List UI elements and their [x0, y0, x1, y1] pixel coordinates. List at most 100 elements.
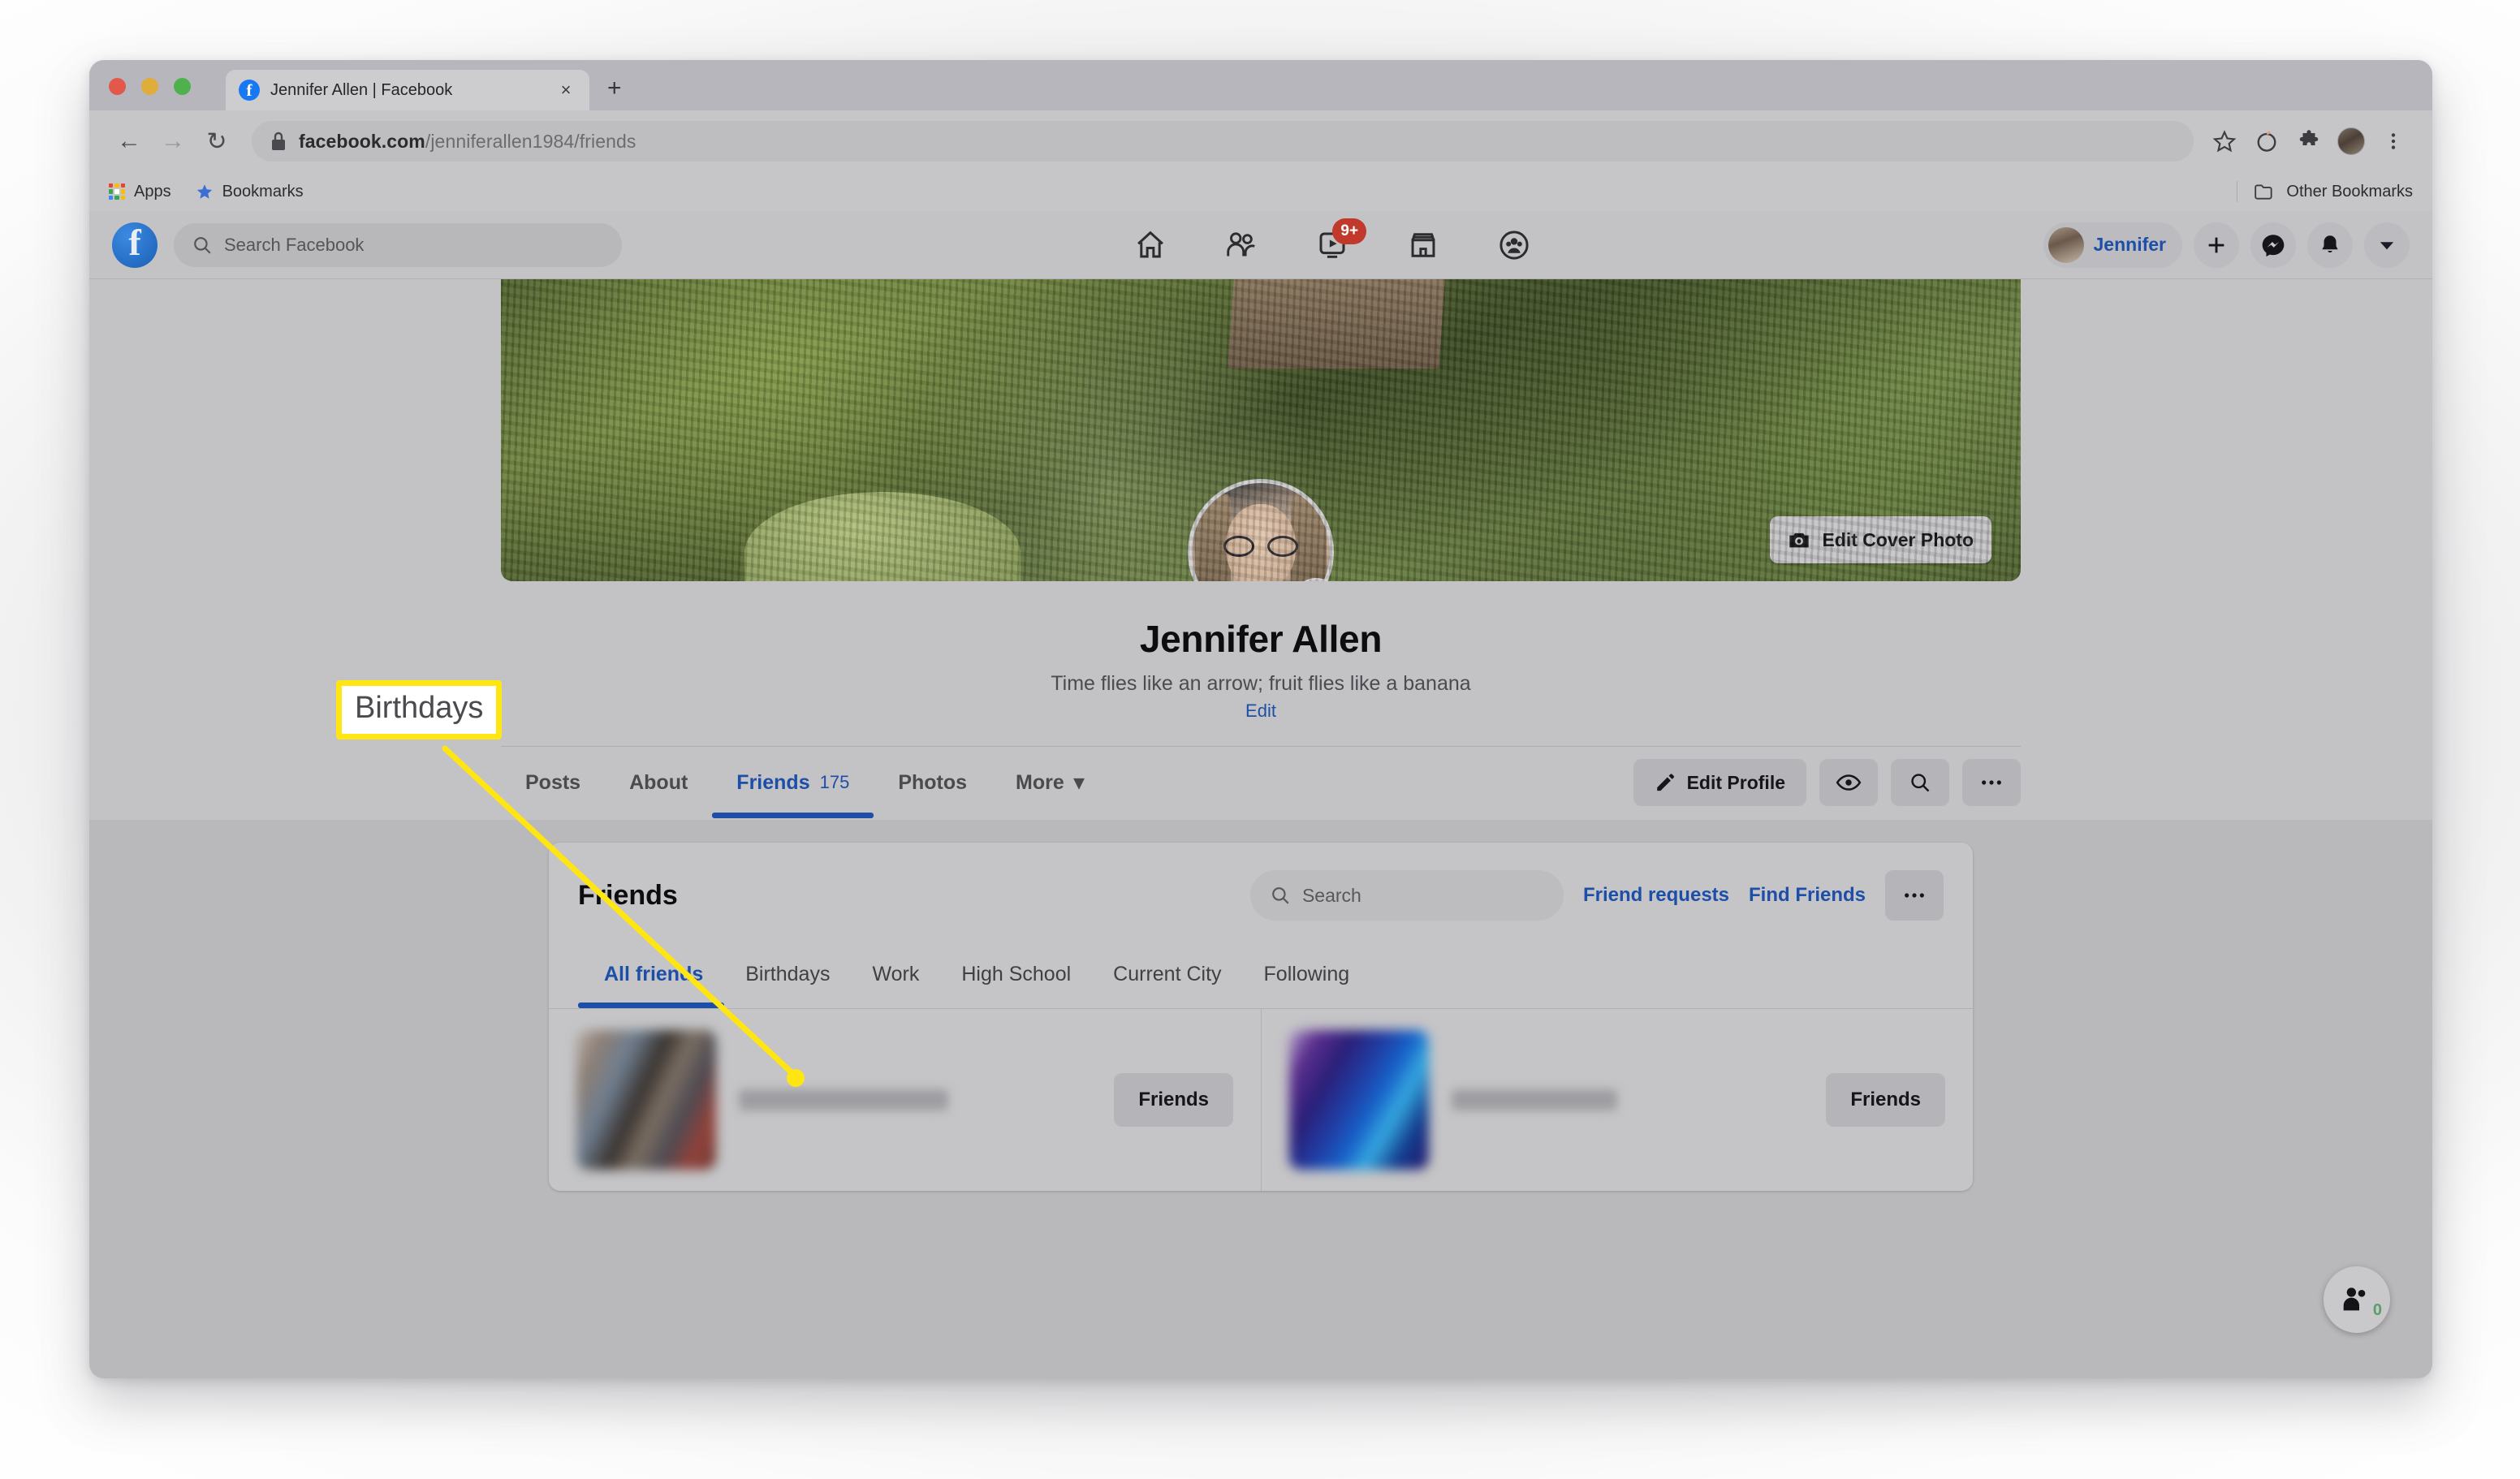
friend-name-redacted — [1452, 1089, 1617, 1110]
cover-decoration — [744, 492, 1021, 581]
notifications-button[interactable] — [2307, 222, 2353, 268]
profile-picture-wrap — [1188, 479, 1339, 581]
bookmark-apps-label: Apps — [134, 182, 171, 201]
star-icon[interactable] — [2203, 120, 2246, 162]
bookmark-bookmarks[interactable]: Bookmarks — [196, 183, 304, 201]
ellipsis-icon — [1905, 893, 1924, 898]
other-bookmarks-label[interactable]: Other Bookmarks — [2286, 183, 2413, 201]
close-window-button[interactable] — [109, 78, 126, 95]
new-tab-button[interactable]: + — [607, 76, 622, 110]
profile-tab-friends[interactable]: Friends 175 — [712, 747, 874, 818]
facebook-nav-tabs: 9+ — [622, 218, 2043, 270]
bookmark-apps[interactable]: Apps — [109, 183, 171, 201]
facebook-favicon-icon: f — [239, 80, 260, 101]
nav-tab-marketplace[interactable] — [1378, 220, 1469, 270]
friends-subtab-work[interactable]: Work — [851, 940, 940, 1008]
friends-subtab-high-school[interactable]: High School — [940, 940, 1092, 1008]
profile-more-button[interactable] — [1962, 759, 2021, 806]
nav-profile-button[interactable]: Jennifer — [2043, 222, 2182, 268]
nav-tab-groups[interactable] — [1469, 220, 1560, 270]
view-as-button[interactable] — [1819, 759, 1878, 806]
forward-icon[interactable]: → — [151, 119, 195, 163]
facebook-logo-icon[interactable]: f — [112, 222, 158, 268]
reload-icon[interactable]: ↻ — [195, 119, 239, 163]
friends-more-button[interactable] — [1885, 870, 1944, 921]
friends-subtab-following[interactable]: Following — [1243, 940, 1371, 1008]
contacts-fab-button[interactable]: 0 — [2324, 1266, 2390, 1333]
profile-tab-label: Friends — [736, 770, 810, 794]
edit-bio-link[interactable]: Edit — [89, 701, 2432, 722]
friend-name-redacted — [739, 1089, 948, 1110]
friend-status-button[interactable]: Friends — [1826, 1073, 1945, 1127]
friends-list: Friends Friends — [549, 1008, 1973, 1191]
profile-tab-about[interactable]: About — [605, 747, 712, 818]
profile-avatar[interactable] — [2330, 120, 2372, 162]
nav-tab-friends[interactable] — [1196, 220, 1287, 270]
chevron-down-icon — [2380, 241, 2394, 249]
edit-cover-photo-button[interactable]: Edit Cover Photo — [1770, 516, 1991, 563]
search-icon — [1911, 774, 1930, 792]
list-item[interactable]: Friends — [1261, 1009, 1973, 1191]
groups-icon — [1499, 230, 1529, 260]
account-menu-button[interactable] — [2364, 222, 2410, 268]
url-path: /jenniferallen1984/friends — [425, 130, 636, 152]
nav-tab-home[interactable] — [1105, 220, 1196, 270]
home-icon — [1137, 231, 1164, 257]
friend-status-button[interactable]: Friends — [1114, 1073, 1233, 1127]
address-bar[interactable]: facebook.com/jenniferallen1984/friends — [252, 121, 2194, 162]
profile-tab-posts[interactable]: Posts — [501, 747, 605, 818]
contacts-icon — [2343, 1287, 2366, 1311]
subtab-label: High School — [961, 962, 1072, 985]
star-filled-icon — [196, 184, 212, 199]
avatar — [2048, 226, 2084, 263]
cover-photo[interactable]: Edit Cover Photo — [501, 279, 2021, 581]
create-button[interactable] — [2194, 222, 2239, 268]
facebook-page: f Search Facebook 9+ Jennifer Edit Cover… — [89, 211, 2432, 1378]
edit-profile-button[interactable]: Edit Profile — [1633, 759, 1806, 806]
back-icon[interactable]: ← — [107, 119, 151, 163]
friend-requests-link[interactable]: Friend requests — [1583, 884, 1729, 907]
avatar — [576, 1030, 716, 1170]
close-icon[interactable]: × — [555, 81, 576, 99]
search-icon — [1272, 887, 1289, 904]
history-icon[interactable] — [2246, 120, 2288, 162]
chrome-menu-icon[interactable] — [2372, 120, 2414, 162]
pencil-icon — [1656, 774, 1674, 791]
profile-tab-more[interactable]: More ▾ — [991, 747, 1108, 818]
facebook-search-placeholder: Search Facebook — [224, 234, 365, 255]
profile-tab-photos[interactable]: Photos — [874, 747, 991, 818]
find-friends-link[interactable]: Find Friends — [1749, 884, 1866, 907]
page-title: Jennifer Allen — [1139, 618, 1383, 660]
list-item[interactable]: Friends — [549, 1009, 1261, 1191]
folder-icon — [2255, 184, 2272, 200]
friends-subtab-current-city[interactable]: Current City — [1092, 940, 1242, 1008]
bell-notification-icon — [2322, 235, 2338, 252]
nav-tab-watch[interactable]: 9+ — [1287, 218, 1378, 270]
watch-notification-badge: 9+ — [1332, 218, 1367, 244]
camera-icon — [1789, 533, 1810, 548]
edit-profile-picture-button[interactable] — [1293, 578, 1339, 581]
profile-header: Edit Cover Photo Jennifer Allen Time fli… — [89, 279, 2432, 820]
bookmarks-bar: Apps Bookmarks Other Bookmarks — [89, 172, 2432, 211]
friends-subtab-birthdays[interactable]: Birthdays — [724, 940, 851, 1008]
friends-subtab-all-friends[interactable]: All friends — [578, 940, 725, 1008]
profile-tabs: Posts About Friends 175 Photos More ▾ Ed… — [501, 747, 2021, 818]
friends-card: Friends Search Friend requests Find Frie… — [549, 843, 1973, 1191]
lock-icon — [272, 132, 285, 150]
extensions-puzzle-icon[interactable] — [2288, 120, 2330, 162]
friends-search-input[interactable]: Search — [1249, 870, 1564, 921]
profile-tabs-wrap: Posts About Friends 175 Photos More ▾ Ed… — [501, 746, 2021, 818]
messenger-button[interactable] — [2250, 222, 2296, 268]
subtab-label: All friends — [604, 962, 704, 985]
subtab-label: Current City — [1113, 962, 1222, 985]
address-bar-url: facebook.com/jenniferallen1984/friends — [299, 131, 636, 153]
browser-tab[interactable]: f Jennifer Allen | Facebook × — [226, 70, 589, 110]
facebook-search-input[interactable]: Search Facebook — [174, 222, 622, 267]
minimize-window-button[interactable] — [141, 78, 158, 95]
nav-profile-name: Jennifer — [2093, 234, 2166, 255]
profile-picture[interactable] — [1188, 479, 1334, 581]
maximize-window-button[interactable] — [174, 78, 191, 95]
profile-search-button[interactable] — [1891, 759, 1949, 806]
profile-action-buttons: Edit Profile — [1633, 759, 2021, 806]
facebook-top-nav: f Search Facebook 9+ Jennifer — [89, 211, 2432, 279]
